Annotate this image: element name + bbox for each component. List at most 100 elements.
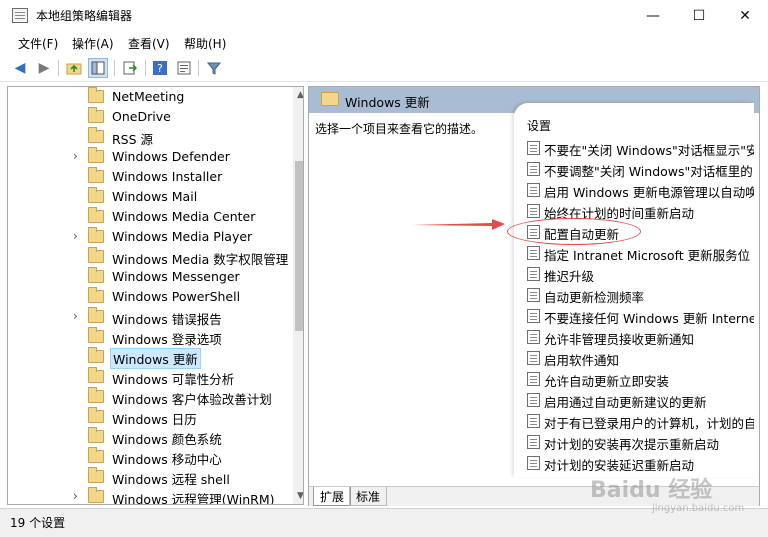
tree-item[interactable]: › Windows Media Player (8, 227, 288, 247)
menu-action[interactable]: 操作(A) (72, 35, 114, 52)
watermark-logo: Baidu 经验 (590, 478, 713, 503)
folder-icon (88, 247, 104, 263)
tree-item[interactable]: RSS 源 (8, 127, 288, 147)
show-hide-tree-icon[interactable] (88, 58, 108, 78)
close-button[interactable]: ✕ (722, 0, 768, 31)
folder-icon (88, 347, 104, 363)
folder-icon (88, 487, 104, 503)
tree-item-label: Windows Media 数字权限管理 (112, 252, 289, 267)
tab-standard[interactable]: 标准 (349, 487, 388, 506)
forward-icon[interactable]: ▶ (34, 58, 54, 78)
maximize-button[interactable]: ☐ (676, 0, 722, 31)
menu-view[interactable]: 查看(V) (128, 35, 170, 52)
tree-item[interactable]: Windows PowerShell (8, 287, 288, 307)
policy-setting-icon (527, 267, 540, 281)
tree-item-label: Windows 颜色系统 (112, 432, 222, 447)
help-icon[interactable]: ? (150, 58, 170, 78)
policy-setting-icon (527, 183, 540, 197)
folder-icon (88, 407, 104, 423)
tree-item[interactable]: Windows 移动中心 (8, 447, 288, 467)
setting-row[interactable]: 自动更新检测频率 (523, 284, 753, 305)
folder-icon (88, 127, 104, 143)
tree-scrollbar[interactable]: ▲ ▼ (293, 87, 303, 504)
setting-row[interactable]: 启用软件通知 (523, 347, 753, 368)
tree-item[interactable]: Windows 更新 (8, 347, 288, 369)
setting-row[interactable]: 不要在"关闭 Windows"对话框显示"安 (523, 137, 754, 158)
setting-row[interactable]: 指定 Intranet Microsoft 更新服务位 (523, 242, 753, 263)
setting-label: 对计划的安装再次提示重新启动 (544, 437, 720, 452)
tree-item[interactable]: › Windows 远程管理(WinRM) (8, 487, 288, 505)
tree-item-label: Windows Installer (112, 169, 223, 184)
tree-item-label: Windows Defender (112, 149, 230, 164)
policy-setting-icon (527, 435, 540, 449)
export-list-icon[interactable] (120, 58, 140, 78)
scroll-up-icon[interactable]: ▲ (293, 87, 303, 103)
tree-item[interactable]: Windows 颜色系统 (8, 427, 288, 447)
filter-icon[interactable] (204, 58, 224, 78)
tree-item[interactable]: Windows 可靠性分析 (8, 367, 288, 387)
policy-setting-icon (527, 288, 540, 302)
details-header-title: Windows 更新 (345, 95, 430, 110)
tree-item[interactable]: Windows Installer (8, 167, 288, 187)
setting-label: 不要连接任何 Windows 更新 Interne (544, 311, 754, 326)
tree-item[interactable]: Windows 登录选项 (8, 327, 288, 347)
setting-row[interactable]: 允许自动更新立即安装 (523, 368, 753, 389)
tree-item-label: Windows 远程管理(WinRM) (112, 492, 275, 505)
back-icon[interactable]: ◀ (10, 58, 30, 78)
chevron-right-icon[interactable]: › (73, 489, 78, 503)
policy-editor-icon (12, 8, 28, 23)
folder-icon (88, 227, 104, 243)
folder-icon (88, 327, 104, 343)
tree-item-label: Windows 客户体验改善计划 (112, 392, 272, 407)
menu-file[interactable]: 文件(F) (18, 35, 58, 52)
tree-item[interactable]: Windows 日历 (8, 407, 288, 427)
setting-row[interactable]: 允许非管理员接收更新通知 (523, 326, 753, 347)
setting-label: 启用软件通知 (544, 353, 620, 368)
tree-item[interactable]: › Windows Defender (8, 147, 288, 167)
tree-item[interactable]: Windows 远程 shell (8, 467, 288, 487)
tree-item[interactable]: Windows Messenger (8, 267, 288, 287)
tab-extended[interactable]: 扩展 (313, 487, 352, 506)
setting-row[interactable]: 不要连接任何 Windows 更新 Interne (523, 305, 754, 326)
tree-item-label: Windows 可靠性分析 (112, 372, 235, 387)
tree-item-label: NetMeeting (112, 89, 185, 104)
tree-item[interactable]: NetMeeting (8, 87, 288, 107)
settings-column-header[interactable]: 设置 (527, 117, 551, 134)
tree-item-label: Windows Media Player (112, 229, 253, 244)
tree-item[interactable]: › Windows 错误报告 (8, 307, 288, 327)
setting-row[interactable]: 推迟升级 (523, 263, 753, 284)
setting-row[interactable]: 启用通过自动更新建议的更新 (523, 389, 753, 410)
tree-item-label: Windows 登录选项 (112, 332, 222, 347)
tree-item[interactable]: Windows 客户体验改善计划 (8, 387, 288, 407)
tree-item-label: Windows 日历 (112, 412, 197, 427)
minimize-button[interactable]: — (630, 0, 676, 31)
chevron-right-icon[interactable]: › (73, 309, 78, 323)
details-pane: Windows 更新 选择一个项目来查看它的描述。 设置 不要在"关闭 Wind… (308, 86, 760, 506)
tree-item-label: Windows Mail (112, 189, 198, 204)
policy-setting-icon (527, 141, 540, 155)
tree-scroll-thumb[interactable] (295, 161, 303, 331)
scroll-down-icon[interactable]: ▼ (293, 488, 303, 504)
setting-row[interactable]: 启用 Windows 更新电源管理以自动唤 (523, 179, 754, 200)
up-folder-icon[interactable] (64, 58, 84, 78)
tree-item-label: Windows 移动中心 (112, 452, 222, 467)
tree-item[interactable]: Windows Media 数字权限管理 (8, 247, 288, 267)
setting-row[interactable]: 对计划的安装延迟重新启动 (523, 452, 753, 473)
chevron-right-icon[interactable]: › (73, 149, 78, 163)
folder-icon (321, 92, 339, 106)
folder-icon (88, 387, 104, 403)
menu-help[interactable]: 帮助(H) (184, 35, 226, 52)
folder-icon (88, 167, 104, 183)
tree-item[interactable]: Windows Mail (8, 187, 288, 207)
properties-icon[interactable] (174, 58, 194, 78)
policy-setting-icon (527, 393, 540, 407)
tree-item[interactable]: OneDrive (8, 107, 288, 127)
setting-row[interactable]: 对于有已登录用户的计算机，计划的自 (523, 410, 754, 431)
title-bar: 本地组策略编辑器 — ☐ ✕ (0, 0, 768, 31)
setting-row[interactable]: 对计划的安装再次提示重新启动 (523, 431, 753, 452)
policy-setting-icon (527, 309, 540, 323)
chevron-right-icon[interactable]: › (73, 229, 78, 243)
policy-setting-icon (527, 246, 540, 260)
tree-item[interactable]: Windows Media Center (8, 207, 288, 227)
setting-row[interactable]: 不要调整"关闭 Windows"对话框里的 (523, 158, 753, 179)
